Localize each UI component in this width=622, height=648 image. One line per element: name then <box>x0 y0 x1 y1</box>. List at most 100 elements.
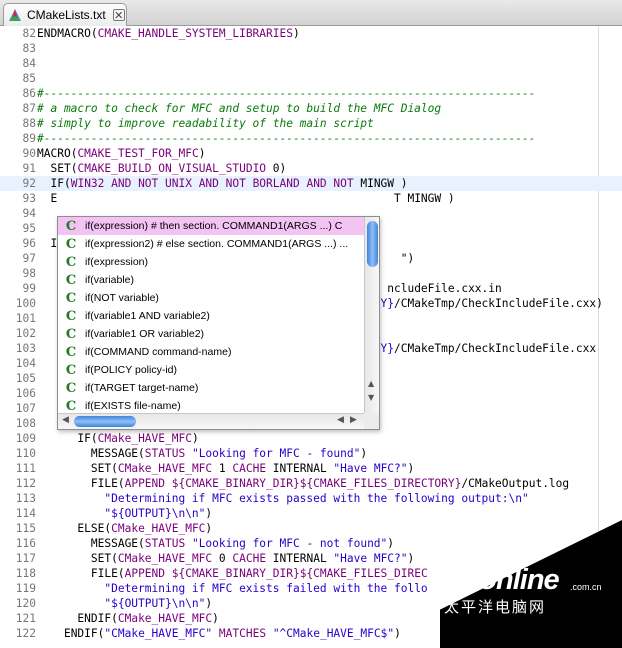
autocomplete-item-label: if(expression) # then section. COMMAND1(… <box>85 220 343 232</box>
code-token: "Have MFC?" <box>333 552 408 565</box>
tab-cmakelists[interactable]: CMakeLists.txt ✕ <box>3 3 127 26</box>
autocomplete-item[interactable]: Cif(POLICY policy-id) <box>58 361 364 379</box>
code-line[interactable]: 110 MESSAGE(STATUS "Looking for MFC - fo… <box>0 446 622 461</box>
code-token: 0) <box>266 162 287 175</box>
line-number: 118 <box>15 567 36 580</box>
code-token: Y} <box>380 342 394 355</box>
vertical-scrollbar[interactable]: ▲ ▼ <box>364 217 379 413</box>
code-token: APPEND ${CMAKE_BINARY_DIR}${CMAKE_FILES_… <box>124 477 462 490</box>
code-line[interactable]: 85 <box>0 71 622 86</box>
resize-grip[interactable] <box>364 413 379 429</box>
command-icon: C <box>65 290 77 306</box>
scroll-up-arrow-icon[interactable]: ▲ <box>368 379 374 388</box>
code-line[interactable]: 113 "Determining if MFC exists passed wi… <box>0 491 622 506</box>
code-token: ) <box>198 147 206 160</box>
horizontal-scrollbar[interactable]: ◀ ◀ ▶ <box>58 413 364 429</box>
code-line[interactable]: 109 IF(CMake_HAVE_MFC) <box>0 431 622 446</box>
code-text: E T MINGW ) <box>36 191 455 206</box>
code-token: ) <box>407 552 415 565</box>
line-number: 96 <box>22 237 36 250</box>
code-token: "^CMake_HAVE_MFC$" <box>272 627 395 640</box>
watermark-subtitle: 太平洋电脑网 <box>444 598 547 616</box>
line-number: 106 <box>15 387 36 400</box>
close-icon[interactable]: ✕ <box>112 9 125 21</box>
tab-title: CMakeLists.txt <box>27 8 106 22</box>
code-line[interactable]: 93 E T MINGW ) <box>0 191 622 206</box>
line-number: 94 <box>22 207 36 220</box>
code-token: "Determining if MFC exists failed with t… <box>104 582 428 595</box>
code-text: "${OUTPUT}\n\n") <box>36 596 212 611</box>
watermark-domain: .com.cn <box>570 582 602 592</box>
code-line[interactable]: 114 "${OUTPUT}\n\n") <box>0 506 622 521</box>
code-token: CMAKE_TEST_FOR_MFC <box>77 147 199 160</box>
code-token: STATUS <box>144 447 192 460</box>
code-token: SET <box>90 462 112 475</box>
code-token: ( <box>111 462 118 475</box>
code-token: ( <box>138 537 145 550</box>
code-token: CMake_HAVE_MFC <box>97 432 192 445</box>
code-token: ) <box>205 597 213 610</box>
code-line[interactable]: 83 <box>0 41 622 56</box>
scroll-left-arrow-icon[interactable]: ◀ <box>62 415 69 425</box>
code-line[interactable]: 82 ENDMACRO(CMAKE_HANDLE_SYSTEM_LIBRARIES… <box>0 26 622 41</box>
line-number: 110 <box>15 447 36 460</box>
code-token: 0 <box>212 552 233 565</box>
scroll-down-arrow-icon[interactable]: ▼ <box>368 393 374 402</box>
autocomplete-item[interactable]: Cif(expression) # then section. COMMAND1… <box>58 217 364 235</box>
code-line[interactable]: 86 #-------------------------------------… <box>0 86 622 101</box>
code-line[interactable]: 87 # a macro to check for MFC and setup t… <box>0 101 622 116</box>
code-token: "Have MFC?" <box>333 462 408 475</box>
command-icon: C <box>65 218 77 234</box>
code-token: IF <box>50 177 64 190</box>
autocomplete-item[interactable]: Cif(variable1 OR variable2) <box>58 325 364 343</box>
autocomplete-list: Cif(expression) # then section. COMMAND1… <box>58 217 364 413</box>
line-number: 120 <box>15 597 36 610</box>
command-icon: C <box>65 236 77 252</box>
code-token: CMake_HAVE_MFC <box>117 612 213 625</box>
code-line[interactable]: 90 MACRO(CMAKE_TEST_FOR_MFC) <box>0 146 622 161</box>
code-token: ) <box>360 447 368 460</box>
code-line[interactable]: 88 # simply to improve readability of the… <box>0 116 622 131</box>
code-token: /CMakeOutput.log <box>461 477 570 490</box>
code-line[interactable]: 92 IF(WIN32 AND NOT UNIX AND NOT BORLAND… <box>0 176 622 191</box>
autocomplete-item[interactable]: Cif(expression2) # else section. COMMAND… <box>58 235 364 253</box>
horizontal-scroll-thumb[interactable] <box>74 416 136 427</box>
vertical-scroll-thumb[interactable] <box>367 221 378 267</box>
autocomplete-item[interactable]: Cif(variable) <box>58 271 364 289</box>
autocomplete-item[interactable]: Cif(NOT variable) <box>58 289 364 307</box>
code-line[interactable]: 91 SET(CMAKE_BUILD_ON_VISUAL_STUDIO 0) <box>0 161 622 176</box>
autocomplete-item[interactable]: Cif(COMMAND command-name) <box>58 343 364 361</box>
code-line[interactable]: 84 <box>0 56 622 71</box>
code-line[interactable]: 111 SET(CMake_HAVE_MFC 1 CACHE INTERNAL … <box>0 461 622 476</box>
scroll-right-arrow-icon[interactable]: ▶ <box>350 415 357 425</box>
autocomplete-item[interactable]: Cif(expression) <box>58 253 364 271</box>
code-token: ) <box>191 432 199 445</box>
code-token: T MINGW ) <box>393 192 455 205</box>
scroll-left-arrow-icon-2[interactable]: ◀ <box>337 415 344 425</box>
code-token: ( <box>117 477 125 490</box>
autocomplete-item[interactable]: Cif(variable1 AND variable2) <box>58 307 364 325</box>
code-token: I <box>37 237 58 250</box>
code-token: WIN32 AND NOT UNIX AND NOT BORLAND AND N… <box>70 177 361 190</box>
cmake-file-icon <box>9 9 21 21</box>
line-number: 108 <box>15 417 36 430</box>
command-icon: C <box>65 308 77 324</box>
line-number: 103 <box>15 342 36 355</box>
code-line[interactable]: 112 FILE(APPEND ${CMAKE_BINARY_DIR}${CMA… <box>0 476 622 491</box>
code-line[interactable]: 89 #-------------------------------------… <box>0 131 622 146</box>
code-token: /CMakeTmp/CheckIncludeFile.cxx <box>394 342 597 355</box>
autocomplete-item[interactable]: Cif(EXISTS file-name) <box>58 397 364 414</box>
code-token: #---------------------------------------… <box>37 87 536 100</box>
line-number: 104 <box>15 357 36 370</box>
autocomplete-item[interactable]: Cif(TARGET target-name) <box>58 379 364 397</box>
line-number: 91 <box>22 162 36 175</box>
line-number: 117 <box>15 552 36 565</box>
line-number: 83 <box>22 42 36 55</box>
